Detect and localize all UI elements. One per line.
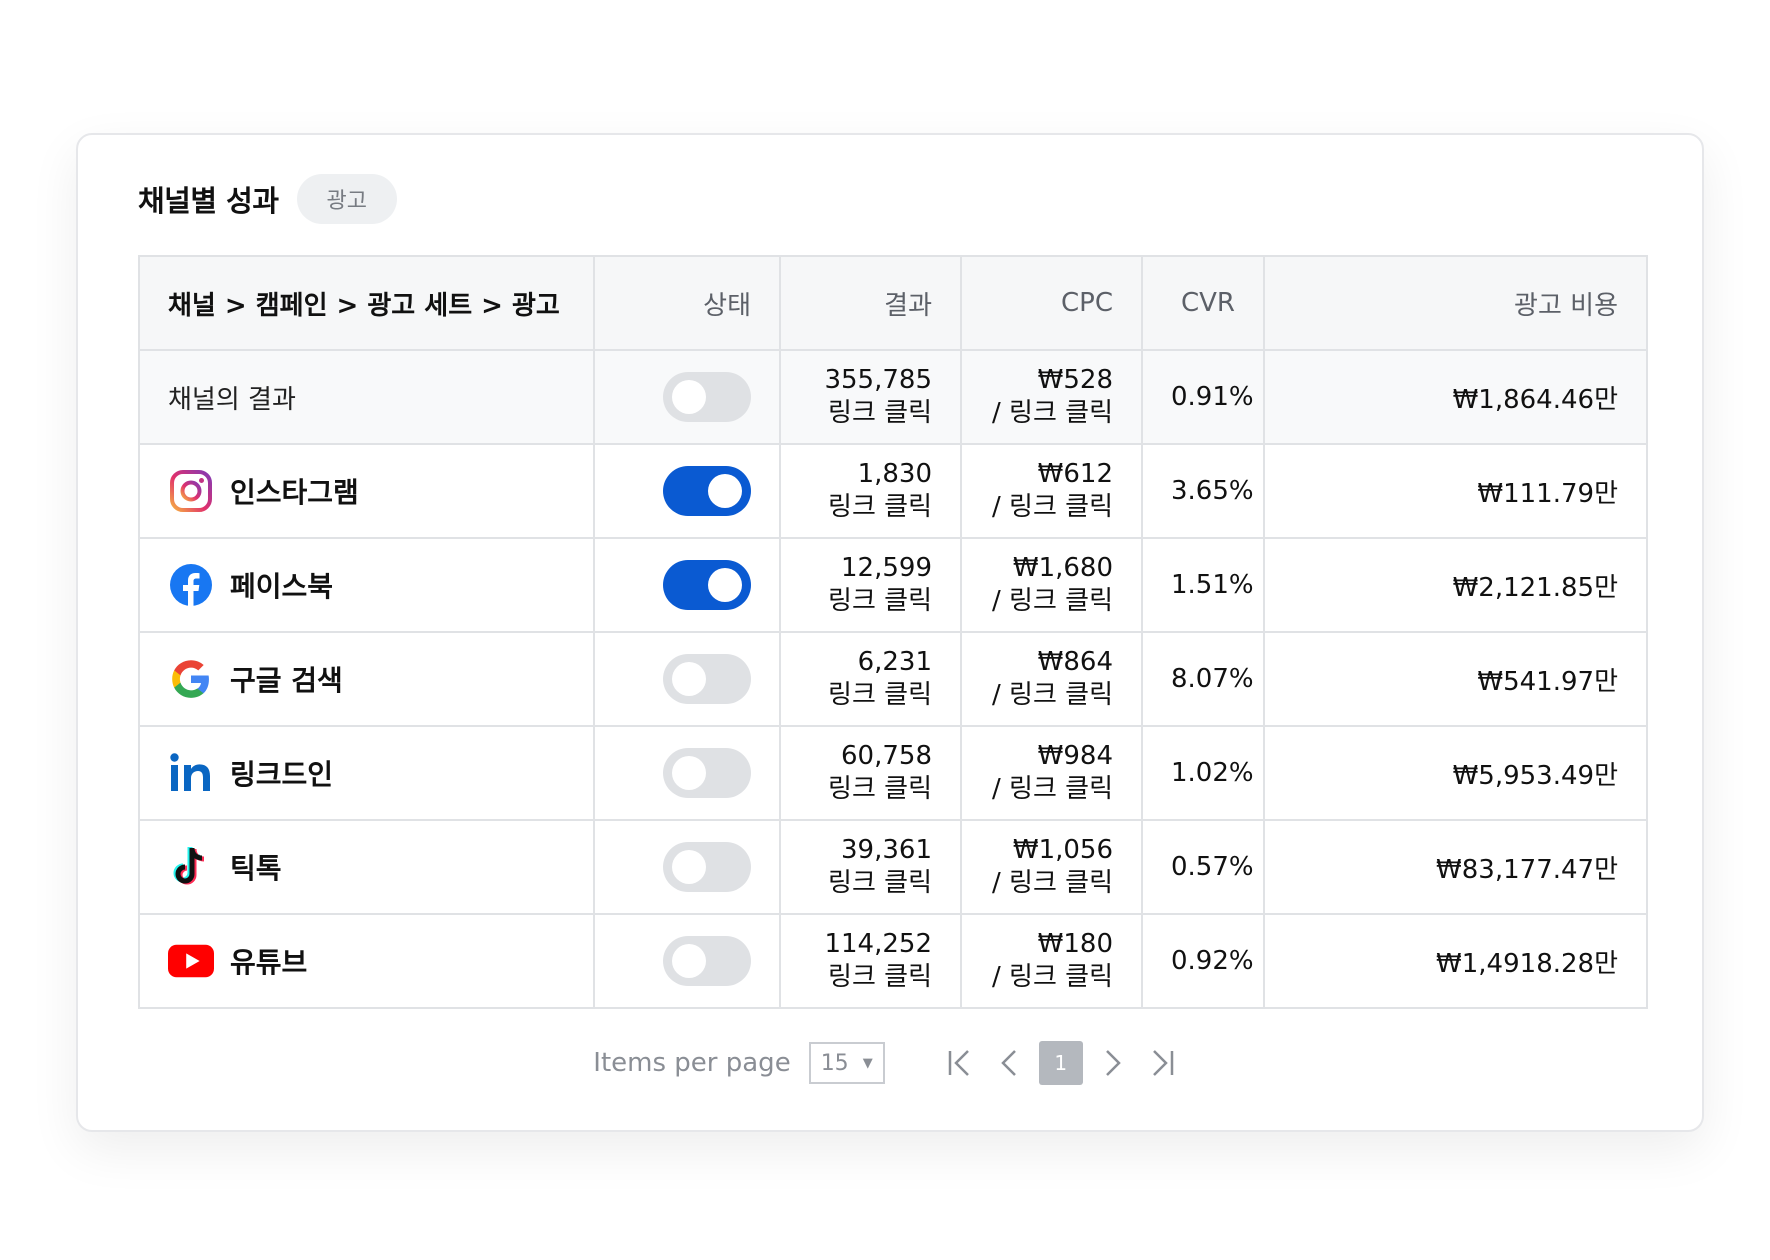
status-toggle[interactable] — [663, 936, 751, 986]
spend-value: ₩2,121.85만 — [1263, 537, 1648, 633]
items-per-page-label: Items per page — [593, 1048, 791, 1078]
cvr-value: 0.57% — [1141, 819, 1265, 915]
spend-value: ₩111.79만 — [1263, 443, 1648, 539]
summary-row: 채널의 결과 355,785 링크 클릭 ₩528 / 링크 클릭 0.91% … — [138, 349, 1648, 445]
spend-value: ₩83,177.47만 — [1263, 819, 1648, 915]
toggle-knob — [672, 756, 706, 790]
result-value: 1,830 — [857, 459, 932, 489]
cvr-value: 3.65% — [1141, 443, 1265, 539]
result-unit: 링크 클릭 — [828, 586, 932, 616]
channel-name[interactable]: 유튜브 — [230, 941, 307, 981]
status-toggle[interactable] — [663, 560, 751, 610]
cpc-unit: / 링크 클릭 — [992, 586, 1113, 616]
cvr-value: 8.07% — [1141, 631, 1265, 727]
cpc-unit: / 링크 클릭 — [992, 868, 1113, 898]
summary-result: 355,785 — [824, 365, 932, 395]
header-cvr[interactable]: CVR — [1141, 255, 1265, 351]
performance-table: 채널 > 캠페인 > 광고 세트 > 광고 상태 결과 CPC CVR 광고 비… — [138, 255, 1648, 1009]
status-toggle[interactable] — [663, 654, 751, 704]
summary-cvr: 0.91% — [1141, 349, 1265, 445]
header-cpc[interactable]: CPC — [960, 255, 1143, 351]
cpc-value: ₩864 — [1037, 647, 1113, 677]
instagram-icon — [168, 468, 214, 514]
status-toggle[interactable] — [663, 748, 751, 798]
linkedin-icon — [168, 750, 214, 796]
youtube-icon — [168, 938, 214, 984]
first-page-icon[interactable] — [938, 1041, 982, 1085]
channel-performance-card: 채널별 성과 광고 채널 > 캠페인 > 광고 세트 > 광고 상태 결과 CP… — [76, 133, 1704, 1132]
card-title: 채널별 성과 — [138, 184, 279, 218]
status-toggle[interactable] — [663, 466, 751, 516]
page-current[interactable]: 1 — [1038, 1041, 1083, 1085]
cpc-unit: / 링크 클릭 — [992, 680, 1113, 710]
spend-value: ₩541.97만 — [1263, 631, 1648, 727]
spend-value: ₩5,953.49만 — [1263, 725, 1648, 821]
summary-cpc-unit: / 링크 클릭 — [992, 398, 1113, 428]
channel-name[interactable]: 페이스북 — [230, 565, 333, 605]
toggle-knob — [672, 662, 706, 696]
google-icon — [168, 656, 214, 702]
items-per-page-select[interactable]: 15 ▼ — [808, 1042, 885, 1084]
result-unit: 링크 클릭 — [828, 492, 932, 522]
header-result[interactable]: 결과 — [779, 255, 962, 351]
cpc-unit: / 링크 클릭 — [992, 962, 1113, 992]
result-unit: 링크 클릭 — [828, 680, 932, 710]
table-row[interactable]: 유튜브 114,252 링크 클릭 ₩180/ 링크 클릭 0.92% ₩1,4918.2… — [138, 913, 1648, 1009]
cvr-value: 1.51% — [1141, 537, 1265, 633]
table-header-row: 채널 > 캠페인 > 광고 세트 > 광고 상태 결과 CPC CVR 광고 비… — [138, 255, 1648, 351]
tiktok-icon — [168, 844, 214, 890]
status-toggle[interactable] — [663, 842, 751, 892]
result-value: 114,252 — [824, 929, 932, 959]
result-unit: 링크 클릭 — [828, 962, 932, 992]
channel-name[interactable]: 인스타그램 — [230, 471, 359, 511]
summary-cpc: ₩528 — [1037, 365, 1113, 395]
facebook-icon — [168, 562, 214, 608]
channel-name[interactable]: 틱톡 — [230, 847, 282, 887]
cvr-value: 0.92% — [1141, 913, 1265, 1009]
spend-value: ₩1,4918.28만 — [1263, 913, 1648, 1009]
table-row[interactable]: 페이스북 12,599 링크 클릭 ₩1,680/ 링크 클릭 1.51% ₩2,121.… — [138, 537, 1648, 633]
table-row[interactable]: 구글 검색 6,231 링크 클릭 ₩864/ 링크 클릭 8.07% ₩541.97만 — [138, 631, 1648, 727]
caret-down-icon: ▼ — [862, 1055, 873, 1071]
cpc-unit: / 링크 클릭 — [992, 774, 1113, 804]
result-value: 12,599 — [841, 553, 932, 583]
header-name[interactable]: 채널 > 캠페인 > 광고 세트 > 광고 — [138, 255, 595, 351]
cpc-value: ₩612 — [1037, 459, 1113, 489]
result-value: 39,361 — [841, 835, 932, 865]
channel-name[interactable]: 구글 검색 — [230, 659, 343, 699]
cpc-value: ₩984 — [1037, 741, 1113, 771]
summary-spend: ₩1,864.46만 — [1263, 349, 1648, 445]
header-spend[interactable]: 광고 비용 — [1263, 255, 1648, 351]
table-row[interactable]: 인스타그램 1,830 링크 클릭 ₩612/ 링크 클릭 3.65% ₩111.79만 — [138, 443, 1648, 539]
toggle-knob — [672, 380, 706, 414]
summary-status-toggle[interactable] — [663, 372, 751, 422]
card-header: 채널별 성과 광고 — [138, 173, 397, 225]
ad-tag[interactable]: 광고 — [296, 174, 397, 224]
items-per-page-value: 15 — [820, 1050, 849, 1076]
summary-name: 채널의 결과 — [168, 384, 296, 415]
prev-page-icon[interactable] — [988, 1041, 1032, 1085]
result-unit: 링크 클릭 — [828, 868, 932, 898]
channel-name[interactable]: 링크드인 — [230, 753, 333, 793]
toggle-knob — [708, 568, 742, 602]
pagination: Items per page 15 ▼ 1 — [78, 1041, 1702, 1085]
table-row[interactable]: 틱톡 39,361 링크 클릭 ₩1,056/ 링크 클릭 0.57% ₩83,177.4… — [138, 819, 1648, 915]
result-value: 6,231 — [857, 647, 932, 677]
next-page-icon[interactable] — [1090, 1041, 1134, 1085]
cpc-value: ₩1,056 — [1012, 835, 1113, 865]
cpc-value: ₩180 — [1037, 929, 1113, 959]
cvr-value: 1.02% — [1141, 725, 1265, 821]
summary-result-unit: 링크 클릭 — [828, 398, 932, 428]
cpc-unit: / 링크 클릭 — [992, 492, 1113, 522]
result-unit: 링크 클릭 — [828, 774, 932, 804]
toggle-knob — [672, 944, 706, 978]
table-row[interactable]: 링크드인 60,758 링크 클릭 ₩984/ 링크 클릭 1.02% ₩5,953.49… — [138, 725, 1648, 821]
toggle-knob — [672, 850, 706, 884]
header-status[interactable]: 상태 — [593, 255, 781, 351]
toggle-knob — [708, 474, 742, 508]
cpc-value: ₩1,680 — [1012, 553, 1113, 583]
result-value: 60,758 — [841, 741, 932, 771]
last-page-icon[interactable] — [1140, 1041, 1184, 1085]
